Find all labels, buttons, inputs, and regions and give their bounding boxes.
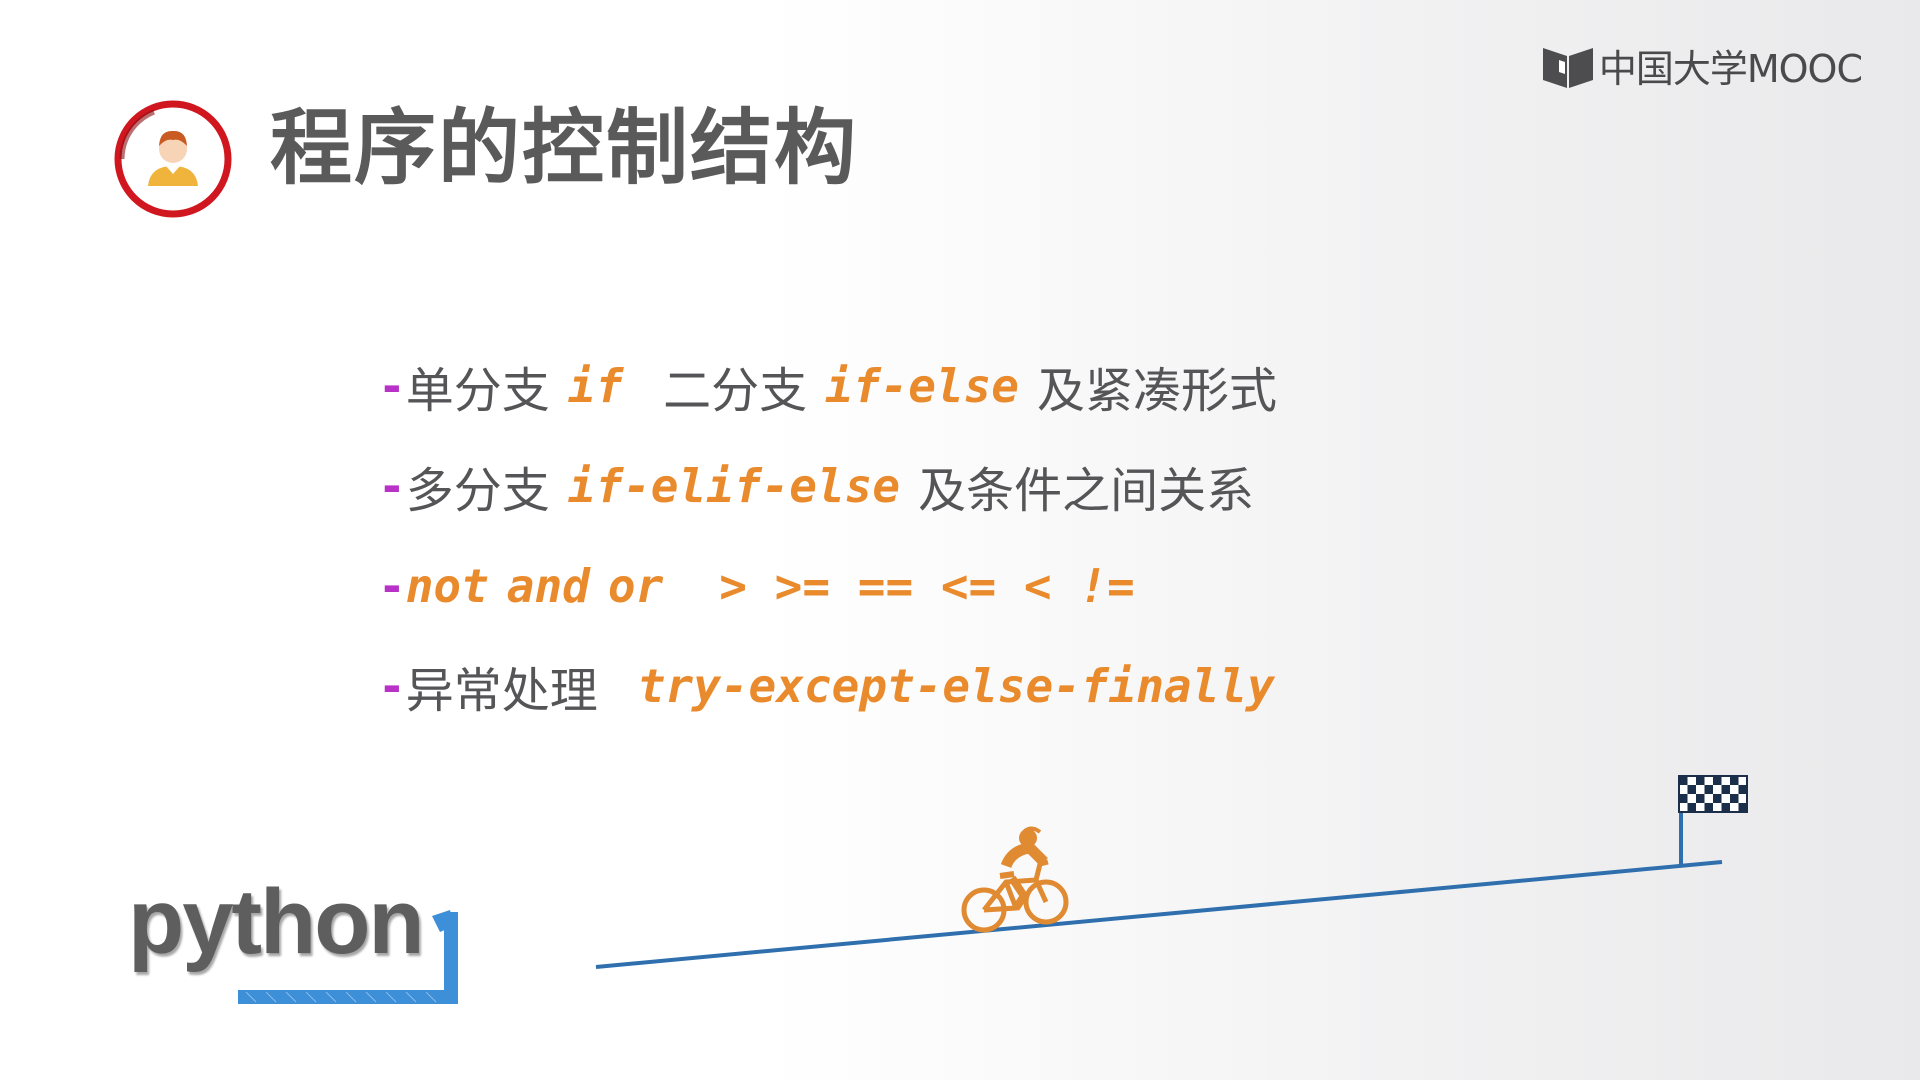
bullet-text: 二分支 <box>663 363 808 419</box>
bullet-list: - 单分支 if 二分支 if-else 及紧凑形式 - 多分支 if-elif… <box>378 336 1277 736</box>
bullet-item: - 异常处理 try-except-else-finally <box>378 636 1277 736</box>
cyclist-icon <box>961 826 1069 933</box>
bullet-text: 及紧凑形式 <box>1037 363 1278 419</box>
bullet-item: - 单分支 if 二分支 if-else 及紧凑形式 <box>378 336 1277 436</box>
bullet-dash: - <box>378 359 406 413</box>
bullet-code: > >= == <= < != <box>719 559 1135 613</box>
road-line <box>595 860 1723 969</box>
bullet-dash: - <box>378 559 406 613</box>
bullet-dash: - <box>378 659 406 713</box>
bullet-code: or <box>607 559 664 613</box>
bullet-code: and <box>506 559 590 613</box>
bullet-item: - 多分支 if-elif-else 及条件之间关系 <box>378 436 1277 536</box>
bullet-code: if-elif-else <box>567 459 901 513</box>
bullet-text: 多分支 <box>405 463 550 519</box>
avatar-icon <box>114 100 232 218</box>
bullet-text: 异常处理 <box>405 663 598 719</box>
python-logo: python <box>128 876 458 1006</box>
bullet-dash: - <box>378 459 406 513</box>
bullet-code: if-else <box>825 359 1019 413</box>
bullet-text: 单分支 <box>405 363 550 419</box>
mooc-logo: 中国大学MOOC <box>1541 38 1863 93</box>
page-title: 程序的控制结构 <box>270 101 859 196</box>
bullet-code: if <box>567 359 624 413</box>
bullet-code: try-except-else-finally <box>637 659 1275 713</box>
bullet-text: 及条件之间关系 <box>918 463 1255 519</box>
bullet-item: - not and or > >= == <= < != <box>378 536 1277 636</box>
mooc-logo-text: 中国大学MOOC <box>1598 47 1863 91</box>
bullet-code: not <box>405 559 489 613</box>
python-logo-text: python <box>128 871 425 973</box>
mooc-logo-icon <box>1542 47 1593 88</box>
checkered-flag-icon <box>1678 775 1748 866</box>
